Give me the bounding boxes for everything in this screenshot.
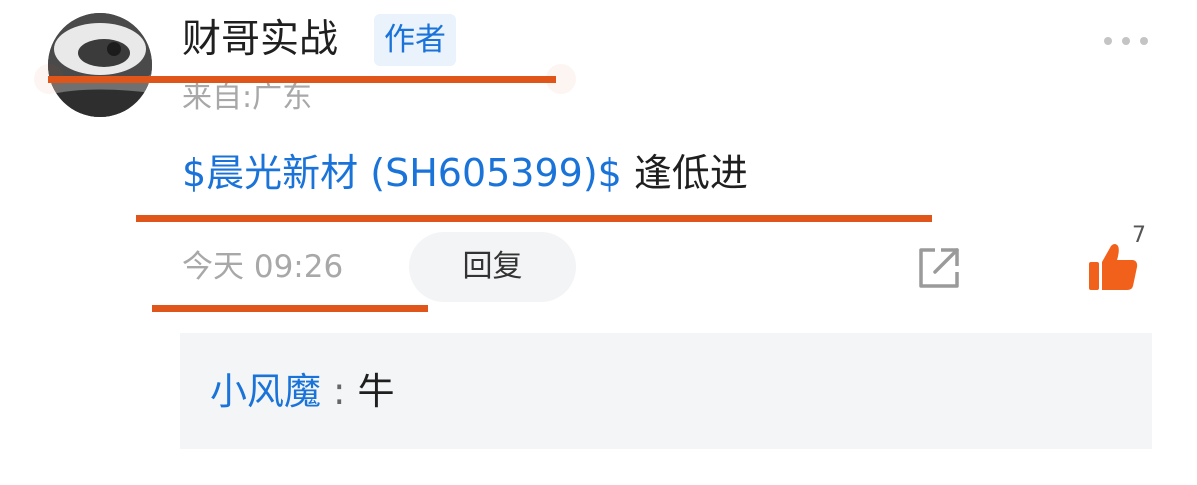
reply-separator: : bbox=[333, 370, 346, 413]
reply-button[interactable]: 回复 bbox=[409, 232, 576, 302]
author-name[interactable]: 财哥实战 bbox=[182, 14, 338, 66]
reply-preview[interactable]: 小风魔: 牛 bbox=[180, 333, 1152, 449]
thumbs-up-icon bbox=[1089, 244, 1138, 290]
avatar[interactable] bbox=[48, 13, 152, 117]
post-time: 今天 09:26 bbox=[182, 249, 344, 285]
like-button[interactable]: 7 bbox=[1082, 224, 1152, 294]
annotation-underline bbox=[136, 215, 932, 222]
post-text: 逢低进 bbox=[621, 151, 748, 195]
author-badge: 作者 bbox=[374, 14, 456, 66]
avatar-image bbox=[48, 13, 152, 117]
reply-line: 小风魔: 牛 bbox=[210, 363, 394, 421]
annotation-underline bbox=[152, 305, 428, 312]
stock-link[interactable]: $晨光新材 (SH605399)$ bbox=[182, 151, 622, 195]
author-location: 来自:广东 bbox=[182, 80, 313, 115]
share-icon[interactable] bbox=[915, 244, 963, 292]
reply-text: 牛 bbox=[357, 370, 395, 413]
post-body: $晨光新材 (SH605399)$ 逢低进 bbox=[182, 145, 748, 201]
like-count: 7 bbox=[1132, 223, 1146, 248]
reply-user[interactable]: 小风魔 bbox=[210, 370, 321, 413]
more-dots-icon[interactable] bbox=[1100, 32, 1152, 50]
annotation-underline bbox=[48, 76, 556, 83]
